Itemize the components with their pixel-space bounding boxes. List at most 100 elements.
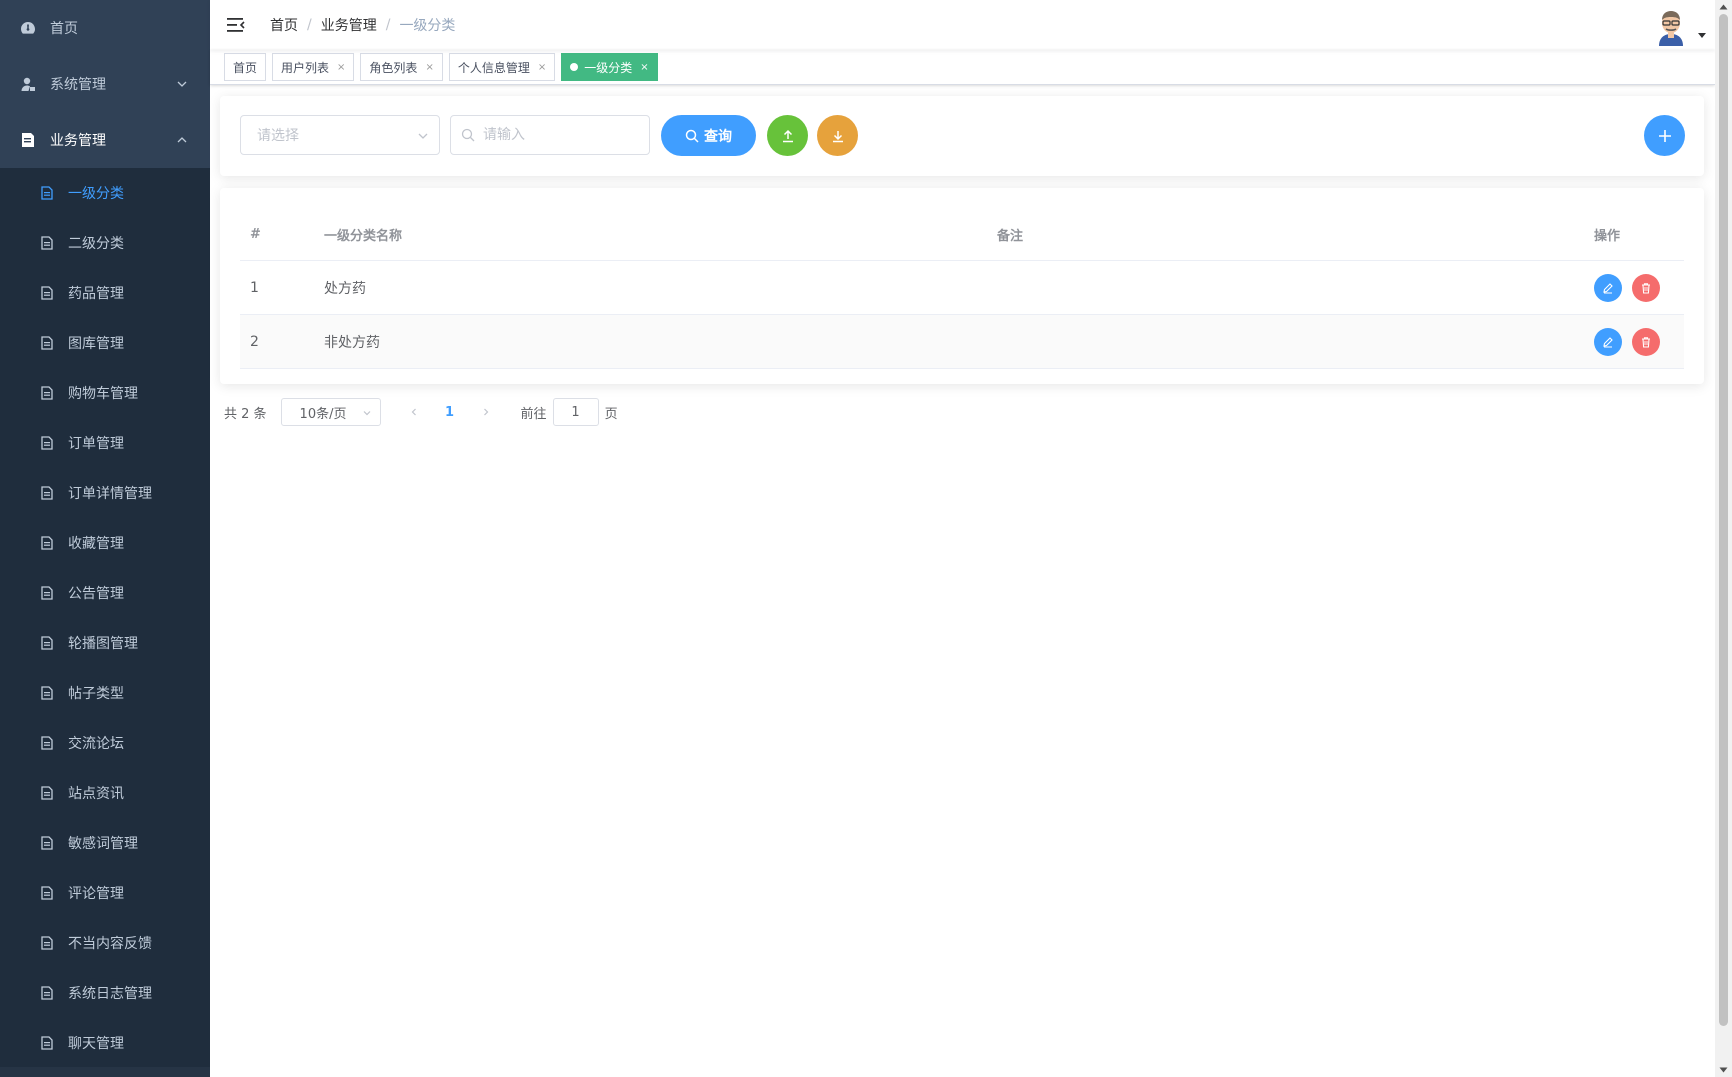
page-size-select[interactable]: 10条/页 — [280, 398, 381, 426]
sidebar-subitem[interactable]: 收藏管理 — [0, 518, 210, 568]
breadcrumb-business[interactable]: 业务管理 — [321, 15, 377, 35]
edit-button[interactable] — [1594, 327, 1622, 356]
scroll-up-icon[interactable] — [1719, 3, 1728, 11]
download-button[interactable] — [817, 115, 858, 156]
header-name: 一级分类名称 — [324, 228, 403, 244]
sidebar-subitem[interactable]: 系统日志管理 — [0, 968, 210, 1018]
main-area: 首页 / 业务管理 / 一级分类 首页 用户列表 × 角色列表 × 个人信息管理… — [210, 0, 1715, 1077]
close-icon[interactable]: × — [425, 62, 433, 73]
breadcrumb-current: 一级分类 — [399, 18, 456, 34]
document-icon — [20, 132, 36, 148]
edit-icon — [1603, 336, 1613, 347]
dashboard-icon — [20, 20, 36, 36]
sidebar-item-system[interactable]: 系统管理 — [0, 56, 210, 112]
row-actions — [1594, 327, 1670, 356]
scroll-down-icon[interactable] — [1719, 1066, 1728, 1074]
sidebar-subitem-label: 药品管理 — [68, 286, 124, 302]
submenu-business: 一级分类 二级分类药品管理图库管理 购物车管理 订单管理 订单详情管理收藏管理公告管理轮… — [0, 168, 210, 1068]
breadcrumb-home[interactable]: 首页 — [270, 15, 298, 35]
cell-index: 2 — [250, 333, 259, 350]
sidebar-subitem[interactable]: 不当内容反馈 — [0, 918, 210, 968]
page-number[interactable]: 1 — [435, 405, 465, 420]
sidebar-subitem[interactable]: 聊天管理 — [0, 1018, 210, 1068]
tag-label: 首页 — [233, 60, 258, 75]
close-icon[interactable]: × — [337, 62, 345, 73]
sidebar-subitem[interactable]: 轮播图管理 — [0, 618, 210, 668]
hamburger-icon[interactable] — [226, 15, 246, 35]
document-icon — [40, 236, 54, 250]
tag-label: 用户列表 — [281, 60, 330, 75]
sidebar: 首页 系统管理 业务管理 一级分类 二级分类药品管理图库管理 购物车管理 订单管理 订单… — [0, 0, 210, 1077]
document-icon — [40, 736, 54, 750]
page-scrollbar[interactable] — [1715, 0, 1732, 1077]
sidebar-subitem[interactable]: 评论管理 — [0, 868, 210, 918]
sidebar-subitem-label: 公告管理 — [68, 586, 124, 602]
sidebar-subitem[interactable]: 一级分类 — [0, 168, 210, 218]
sidebar-subitem[interactable]: 帖子类型 — [0, 668, 210, 718]
edit-button[interactable] — [1594, 273, 1622, 302]
close-icon[interactable]: × — [538, 62, 546, 73]
header-index: # — [250, 226, 261, 242]
sidebar-subitem[interactable]: 购物车管理 — [0, 368, 210, 418]
upload-icon — [782, 129, 793, 142]
sidebar-subitem-label: 收藏管理 — [68, 536, 124, 552]
tag-item[interactable]: 首页 — [224, 53, 267, 81]
document-icon — [40, 636, 54, 650]
edit-icon — [1603, 282, 1613, 293]
sidebar-subitem-label: 不当内容反馈 — [68, 936, 152, 952]
sidebar-subitem-label: 敏感词管理 — [68, 836, 138, 852]
sidebar-subitem[interactable]: 敏感词管理 — [0, 818, 210, 868]
sidebar-subitem[interactable]: 订单管理 — [0, 418, 210, 468]
document-icon — [40, 886, 54, 900]
header-ops: 操作 — [1594, 228, 1621, 244]
user-menu[interactable] — [1651, 6, 1707, 46]
tag-item[interactable]: 个人信息管理 × — [448, 53, 556, 81]
document-icon — [40, 836, 54, 850]
delete-button[interactable] — [1632, 327, 1660, 356]
sidebar-item-home[interactable]: 首页 — [0, 0, 210, 56]
sidebar-subitem[interactable]: 站点资讯 — [0, 768, 210, 818]
tag-label: 角色列表 — [369, 60, 418, 75]
sidebar-subitem[interactable]: 图库管理 — [0, 318, 210, 368]
document-icon — [40, 786, 54, 800]
select-placeholder: 请选择 — [257, 128, 299, 144]
chevron-down-icon — [177, 81, 187, 87]
goto-page-input[interactable] — [552, 398, 599, 426]
trash-icon — [1642, 282, 1650, 294]
close-icon[interactable]: × — [640, 62, 648, 73]
sidebar-item-business[interactable]: 业务管理 — [0, 112, 210, 168]
breadcrumb: 首页 / 业务管理 / 一级分类 — [270, 15, 455, 35]
sidebar-subitem[interactable]: 交流论坛 — [0, 718, 210, 768]
search-input[interactable] — [481, 126, 635, 144]
sidebar-item-label: 首页 — [50, 21, 78, 37]
prev-page-button[interactable] — [399, 398, 429, 426]
tag-item[interactable]: 用户列表 × — [272, 53, 355, 81]
tags-view: 首页 用户列表 × 角色列表 × 个人信息管理 × 一级分类 × — [210, 50, 1715, 85]
category-select[interactable]: 请选择 — [240, 115, 440, 155]
sidebar-subitem[interactable]: 公告管理 — [0, 568, 210, 618]
trash-icon — [1642, 336, 1650, 348]
caret-down-icon[interactable] — [1697, 30, 1707, 40]
tag-item[interactable]: 角色列表 × — [360, 53, 443, 81]
scrollbar-thumb[interactable] — [1719, 14, 1728, 1026]
search-card: 请选择 查询 — [220, 96, 1704, 176]
search-field[interactable] — [450, 115, 650, 155]
next-page-button[interactable] — [471, 398, 501, 426]
cell-name: 非处方药 — [324, 334, 380, 351]
cell-name: 处方药 — [324, 280, 366, 297]
upload-button[interactable] — [767, 115, 808, 156]
sidebar-item-label: 业务管理 — [50, 133, 106, 149]
query-button[interactable]: 查询 — [661, 115, 756, 156]
document-icon — [40, 436, 54, 450]
user-icon — [20, 76, 36, 92]
sidebar-subitem[interactable]: 订单详情管理 — [0, 468, 210, 518]
active-dot — [570, 63, 579, 71]
delete-button[interactable] — [1632, 273, 1660, 302]
tag-item[interactable]: 一级分类 × — [561, 53, 658, 81]
table-header: # 一级分类名称 备注 操作 — [240, 208, 1684, 261]
sidebar-subitem[interactable]: 药品管理 — [0, 268, 210, 318]
sidebar-subitem[interactable]: 二级分类 — [0, 218, 210, 268]
row-actions — [1594, 273, 1670, 302]
avatar[interactable] — [1651, 6, 1691, 46]
add-button[interactable] — [1644, 115, 1685, 156]
